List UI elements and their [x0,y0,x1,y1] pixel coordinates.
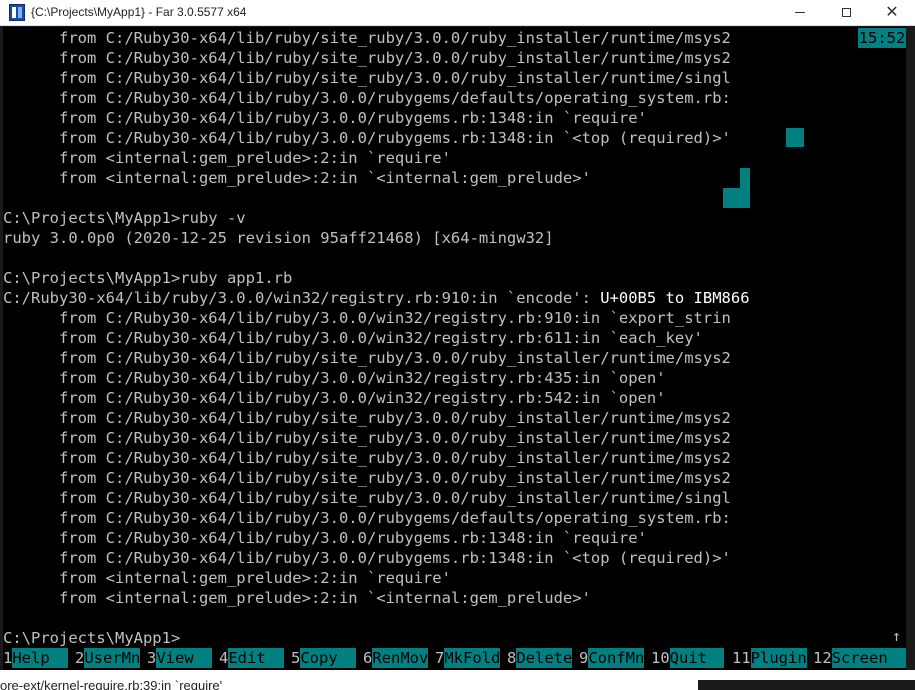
fkey-mkfold[interactable]: 7MkFold [435,648,501,668]
fkey-plugin[interactable]: 11Plugin [732,648,807,668]
console-line: from C:/Ruby30-x64/lib/ruby/3.0.0/rubyge… [3,549,731,567]
command-prompt[interactable]: C:\Projects\MyApp1> [3,628,180,648]
console-line: from <internal:gem_prelude>:2:in `<inter… [3,169,591,187]
maximize-button[interactable] [823,0,869,25]
fkey-copy[interactable]: 5Copy [291,648,357,668]
console-error-line: C:/Ruby30-x64/lib/ruby/3.0.0/win32/regis… [3,288,750,308]
close-button[interactable]: ✕ [869,0,915,25]
fkey-confmn[interactable]: 9ConfMn [579,648,645,668]
console-line: from C:/Ruby30-x64/lib/ruby/3.0.0/win32/… [3,309,731,327]
fkey-renmov[interactable]: 6RenMov [363,648,429,668]
fkey-delete[interactable]: 8Delete [507,648,573,668]
console-line: from <internal:gem_prelude>:2:in `requir… [3,569,451,587]
console-line: from C:/Ruby30-x64/lib/ruby/3.0.0/rubyge… [3,509,731,527]
background-window-text: ore-ext/kernel-require.rb:39:in `require… [0,678,223,690]
close-icon: ✕ [885,3,899,21]
error-message: C:/Ruby30-x64/lib/ruby/3.0.0/win32/regis… [3,289,601,307]
maximize-icon [841,8,851,17]
fkey-view[interactable]: 3View [147,648,213,668]
console-area[interactable]: from C:/Ruby30-x64/lib/ruby/site_ruby/3.… [3,27,906,670]
minimize-button[interactable] [777,0,823,25]
console-line: from C:/Ruby30-x64/lib/ruby/site_ruby/3.… [3,49,731,67]
console-line: ruby 3.0.0p0 (2020-12-25 revision 95aff2… [3,229,554,247]
console-line: from C:/Ruby30-x64/lib/ruby/3.0.0/rubyge… [3,89,731,107]
console-line: from C:/Ruby30-x64/lib/ruby/site_ruby/3.… [3,349,731,367]
clock: 15:52 [858,28,906,48]
console-line: from C:/Ruby30-x64/lib/ruby/site_ruby/3.… [3,449,731,467]
far-app-icon[interactable] [9,4,25,21]
fkey-screen[interactable]: 12Screen [813,648,906,668]
taskbar-fragment [698,680,915,690]
console-line: from C:/Ruby30-x64/lib/ruby/3.0.0/rubyge… [3,129,731,147]
window-title: {C:\Projects\MyApp1} - Far 3.0.5577 x64 [31,5,247,19]
screen-artifact-block [723,188,750,208]
scroll-up-arrow-icon[interactable]: ↑ [892,627,901,645]
console-line: from C:/Ruby30-x64/lib/ruby/site_ruby/3.… [3,69,731,87]
console-line: from C:/Ruby30-x64/lib/ruby/site_ruby/3.… [3,489,731,507]
console-line: from <internal:gem_prelude>:2:in `<inter… [3,589,591,607]
console-line: from C:/Ruby30-x64/lib/ruby/3.0.0/win32/… [3,389,666,407]
background-window-strip: ore-ext/kernel-require.rb:39:in `require… [0,670,915,690]
console-line: from C:/Ruby30-x64/lib/ruby/site_ruby/3.… [3,469,731,487]
console-line: from C:/Ruby30-x64/lib/ruby/site_ruby/3.… [3,429,731,447]
title-bar: {C:\Projects\MyApp1} - Far 3.0.5577 x64 … [0,0,915,26]
fkey-quit[interactable]: 10Quit [651,648,724,668]
function-key-bar: 1Help 2UserMn 3View 4Edit 5Copy 6RenMov … [3,648,906,668]
fkey-usermn[interactable]: 2UserMn [75,648,141,668]
console-line: from C:/Ruby30-x64/lib/ruby/3.0.0/rubyge… [3,529,647,547]
error-highlight: U+00B5 to IBM866 [600,289,750,307]
console-prompt-line: C:\Projects\MyApp1>ruby app1.rb [3,269,293,287]
fkey-help[interactable]: 1Help [3,648,69,668]
console-line: from C:/Ruby30-x64/lib/ruby/site_ruby/3.… [3,29,731,47]
fkey-edit[interactable]: 4Edit [219,648,285,668]
minimize-icon [795,12,805,13]
screen-artifact-block [786,128,804,147]
console-line: from C:/Ruby30-x64/lib/ruby/3.0.0/rubyge… [3,109,647,127]
console-line: from C:/Ruby30-x64/lib/ruby/3.0.0/win32/… [3,329,703,347]
console-line: from <internal:gem_prelude>:2:in `requir… [3,149,451,167]
console-line: from C:/Ruby30-x64/lib/ruby/site_ruby/3.… [3,409,731,427]
console-prompt-line: C:\Projects\MyApp1>ruby -v [3,209,246,227]
console-line: from C:/Ruby30-x64/lib/ruby/3.0.0/win32/… [3,369,666,387]
